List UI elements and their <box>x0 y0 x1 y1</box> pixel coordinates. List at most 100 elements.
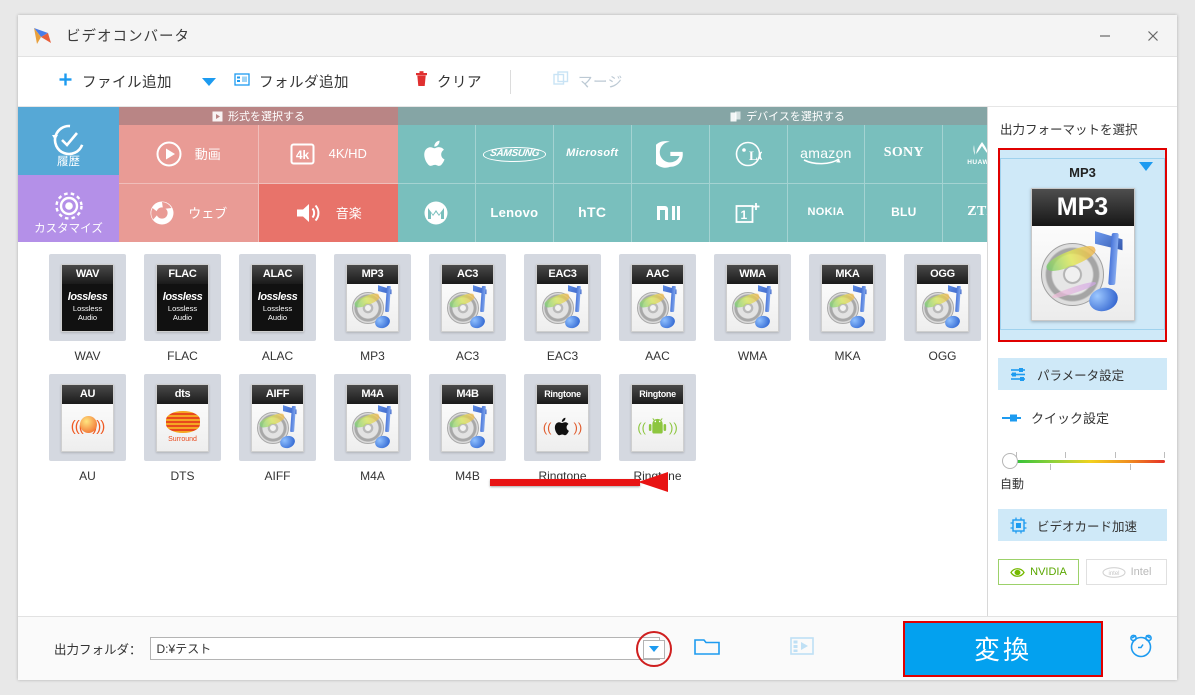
format-tile-thumb: AAC <box>619 254 696 341</box>
merge-button[interactable]: マージ <box>541 57 635 107</box>
format-tile-label: WMA <box>738 349 767 363</box>
disc-note-icon <box>1041 231 1125 315</box>
lossless-icon: losslessLosslessAudio <box>252 284 303 331</box>
close-button[interactable] <box>1129 15 1177 57</box>
format-tile-label: EAC3 <box>547 349 578 363</box>
format-category-music-label: 音楽 <box>336 203 362 222</box>
svg-text:4k: 4k <box>295 148 309 162</box>
sidebar-item-customize[interactable]: カスタマイズ <box>18 175 119 243</box>
device-brand-sony[interactable]: SONY <box>865 125 943 184</box>
format-tile-label: M4A <box>360 469 385 483</box>
clear-button[interactable]: クリア <box>403 57 494 107</box>
format-tile-dts[interactable]: dtsSurroundDTS <box>135 374 230 494</box>
ringtone-android-icon: (()) <box>637 417 677 438</box>
main-toolbar: ファイル追加 フォルダ追加 クリア <box>18 57 1177 107</box>
format-tile-badge: Ringtone <box>537 385 588 404</box>
app-logo-icon <box>32 25 54 47</box>
quality-slider[interactable]: 自動 <box>998 449 1167 475</box>
gpu-nvidia-button[interactable]: NVIDIA <box>998 559 1079 585</box>
format-tile-ogg[interactable]: OGGOGG <box>895 254 990 374</box>
slider-ticks-top <box>1016 452 1165 458</box>
format-tile-mka[interactable]: MKAMKA <box>800 254 895 374</box>
format-tile-thumb: AIFF <box>239 374 316 461</box>
parameter-settings-button[interactable]: パラメータ設定 <box>998 358 1167 390</box>
device-brand-xiaomi[interactable] <box>632 184 710 243</box>
selected-format-preview[interactable]: MP3 MP3 <box>998 148 1167 342</box>
format-tile-eac3[interactable]: EAC3EAC3 <box>515 254 610 374</box>
device-brand-oneplus[interactable]: 1 <box>710 184 788 243</box>
format-category-grid: 動画 4k 4K/HD ウェブ <box>119 125 398 242</box>
format-category-4khd[interactable]: 4k 4K/HD <box>259 125 399 184</box>
sidebar-item-history-label: 履歴 <box>57 153 80 169</box>
convert-button[interactable]: 変換 <box>903 621 1103 677</box>
format-tile-wav[interactable]: WAVlosslessLosslessAudioWAV <box>40 254 135 374</box>
device-brand-nokia[interactable]: NOKIA <box>788 184 866 243</box>
minimize-button[interactable] <box>1081 15 1129 57</box>
format-category-music[interactable]: 音楽 <box>259 184 399 243</box>
output-folder-dropdown[interactable] <box>636 631 672 667</box>
format-tile-alac[interactable]: ALAClosslessLosslessAudioALAC <box>230 254 325 374</box>
add-file-dropdown-icon[interactable] <box>202 78 216 86</box>
media-preview-button[interactable] <box>790 636 814 661</box>
gpu-nvidia-label: NVIDIA <box>1030 566 1067 578</box>
4k-icon: 4k <box>290 141 316 167</box>
format-dropdown-icon[interactable] <box>1139 162 1153 171</box>
media-preview-icon <box>790 636 814 656</box>
format-tile-m4a[interactable]: M4A M4A <box>325 374 420 494</box>
format-tile-label: AU <box>79 469 96 483</box>
format-tile-badge: dts <box>157 385 208 404</box>
device-brand-amazon[interactable]: amazon <box>788 125 866 184</box>
format-tile-aiff[interactable]: AIFFAIFF <box>230 374 325 494</box>
format-tile-thumb: FLAClosslessLosslessAudio <box>144 254 221 341</box>
format-tile-badge: M4A <box>347 385 398 404</box>
schedule-button[interactable] <box>1127 632 1155 665</box>
format-tile-label: AAC <box>645 349 670 363</box>
sidebar-item-history[interactable]: 履歴 <box>18 107 119 175</box>
format-tile-wma[interactable]: WMAWMA <box>705 254 800 374</box>
format-tile-thumb: dtsSurround <box>144 374 221 461</box>
format-tile-flac[interactable]: FLAClosslessLosslessAudioFLAC <box>135 254 230 374</box>
device-brand-apple[interactable] <box>398 125 476 184</box>
disc-note-icon <box>732 286 774 328</box>
device-brand-samsung[interactable]: SAMSUNG <box>476 125 554 184</box>
format-tile-mp3[interactable]: MP3MP3 <box>325 254 420 374</box>
format-category-4khd-label: 4K/HD <box>329 146 367 161</box>
ringtone-apple-icon: (()) <box>543 416 582 438</box>
open-folder-button[interactable] <box>694 636 720 661</box>
device-brand-motorola[interactable] <box>398 184 476 243</box>
device-brand-microsoft[interactable]: Microsoft <box>554 125 632 184</box>
disc-note-icon <box>637 286 679 328</box>
device-brand-google[interactable] <box>632 125 710 184</box>
format-tile-label: OGG <box>928 349 956 363</box>
format-tile-au[interactable]: AU((( )))Audio UnitsAU <box>40 374 135 494</box>
svg-text:1: 1 <box>741 208 748 222</box>
add-file-button[interactable]: ファイル追加 <box>46 57 184 107</box>
format-tile-badge: M4B <box>442 385 493 404</box>
bottom-bar: 出力フォルダ： D:¥テスト 変換 <box>18 616 1177 680</box>
format-category-web[interactable]: ウェブ <box>119 184 259 243</box>
format-tile-badge: FLAC <box>157 265 208 284</box>
add-folder-button[interactable]: フォルダ追加 <box>222 57 361 107</box>
xiaomi-icon <box>655 203 685 223</box>
format-tile-ac3[interactable]: AC3AC3 <box>420 254 515 374</box>
annotation-arrow-left <box>490 473 668 491</box>
gpu-vendor-row: NVIDIA intel Intel <box>998 559 1167 585</box>
output-folder-input[interactable]: D:¥テスト <box>150 637 660 660</box>
device-brand-lenovo[interactable]: Lenovo <box>476 184 554 243</box>
device-brand-blu[interactable]: BLU <box>865 184 943 243</box>
disc-note-icon <box>447 406 489 448</box>
gpu-acceleration-button[interactable]: ビデオカード加速 <box>998 509 1167 541</box>
play-circle-icon <box>156 141 182 167</box>
gpu-intel-button[interactable]: intel Intel <box>1086 559 1167 585</box>
format-tile-aac[interactable]: AAC AAC <box>610 254 705 374</box>
slider-knob[interactable] <box>1002 453 1018 469</box>
format-tile-badge: MP3 <box>347 265 398 284</box>
output-folder-value: D:¥テスト <box>157 640 212 657</box>
device-brand-lg[interactable]: LG <box>710 125 788 184</box>
format-category-video[interactable]: 動画 <box>119 125 259 184</box>
quick-settings-row[interactable]: クイック設定 <box>998 408 1167 427</box>
clear-label: クリア <box>437 71 482 92</box>
device-brand-htc[interactable]: hTC <box>554 184 632 243</box>
format-tile-label: M4B <box>455 469 480 483</box>
svg-text:intel: intel <box>1108 571 1119 577</box>
